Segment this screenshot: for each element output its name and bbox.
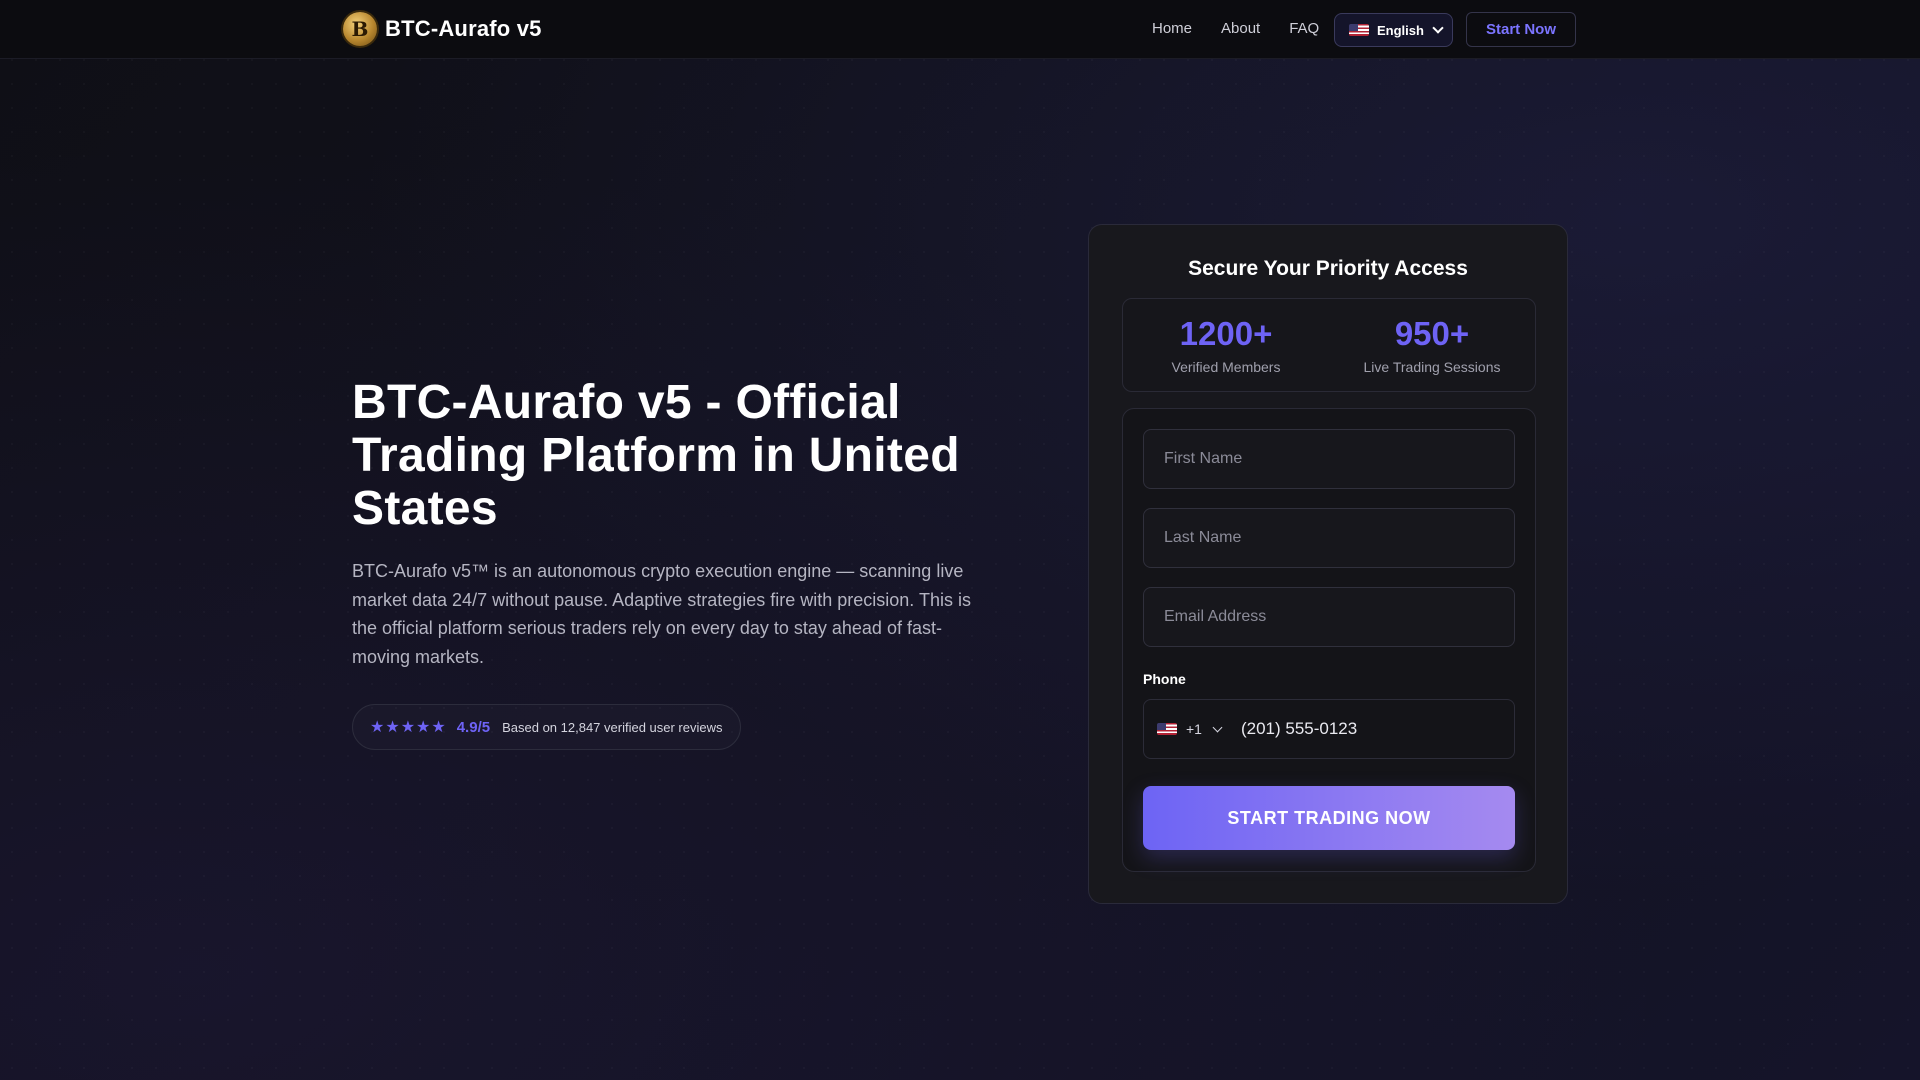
stat-sessions: 950+ Live Trading Sessions: [1329, 299, 1535, 391]
hero-title: BTC-Aurafo v5 - Official Trading Platfor…: [352, 376, 960, 535]
rating-badge: ★★★★★ 4.9/5 Based on 12,847 verified use…: [352, 704, 741, 750]
nav-links: Home About FAQ: [1152, 20, 1348, 37]
phone-input[interactable]: [1240, 700, 1514, 758]
start-trading-button[interactable]: START TRADING NOW: [1143, 786, 1515, 850]
stat-value: 950+: [1394, 315, 1470, 352]
language-label: English: [1377, 22, 1424, 38]
chevron-down-icon: [1212, 722, 1223, 732]
stats-panel: 1200+ Verified Members 950+ Live Trading…: [1122, 298, 1536, 392]
stat-value: 1200+: [1179, 315, 1273, 352]
start-now-button[interactable]: Start Now: [1466, 12, 1576, 47]
email-field[interactable]: [1143, 587, 1515, 647]
signup-card: Secure Your Priority Access 1200+ Verifi…: [1088, 224, 1568, 904]
brand-name: BTC-Aurafo v5: [385, 16, 542, 41]
stat-label: Live Trading Sessions: [1363, 359, 1501, 375]
top-navbar: B BTC-Aurafo v5 Home About FAQ English S…: [0, 0, 1920, 59]
phone-field-group: +1: [1143, 699, 1515, 759]
hero-section: BTC-Aurafo v5 - Official Trading Platfor…: [352, 376, 1002, 750]
stat-members: 1200+ Verified Members: [1123, 299, 1329, 391]
chevron-down-icon: [1432, 22, 1444, 34]
country-code: +1: [1186, 721, 1202, 737]
signup-title: Secure Your Priority Access: [1188, 257, 1468, 280]
stat-label: Verified Members: [1171, 359, 1281, 375]
us-flag-icon: [1349, 24, 1369, 36]
last-name-field[interactable]: [1143, 508, 1515, 568]
us-flag-icon: [1157, 723, 1177, 735]
brand-logo[interactable]: B BTC-Aurafo v5: [343, 12, 542, 46]
star-rating-icon: ★★★★★: [370, 719, 447, 736]
hero-description: BTC-Aurafo v5™ is an autonomous crypto e…: [352, 561, 971, 667]
country-code-selector[interactable]: +1: [1157, 721, 1223, 737]
nav-link-about[interactable]: About: [1221, 20, 1260, 37]
signup-form: Phone +1 START TRADING NOW: [1122, 408, 1536, 872]
phone-label: Phone: [1143, 671, 1186, 687]
bitcoin-logo-icon: B: [343, 12, 377, 46]
first-name-field[interactable]: [1143, 429, 1515, 489]
nav-link-home[interactable]: Home: [1152, 20, 1192, 37]
rating-score: 4.9/5: [456, 718, 491, 736]
rating-reviews: Based on 12,847 verified user reviews: [502, 719, 723, 735]
nav-link-faq[interactable]: FAQ: [1289, 20, 1319, 37]
language-selector[interactable]: English: [1334, 13, 1453, 47]
